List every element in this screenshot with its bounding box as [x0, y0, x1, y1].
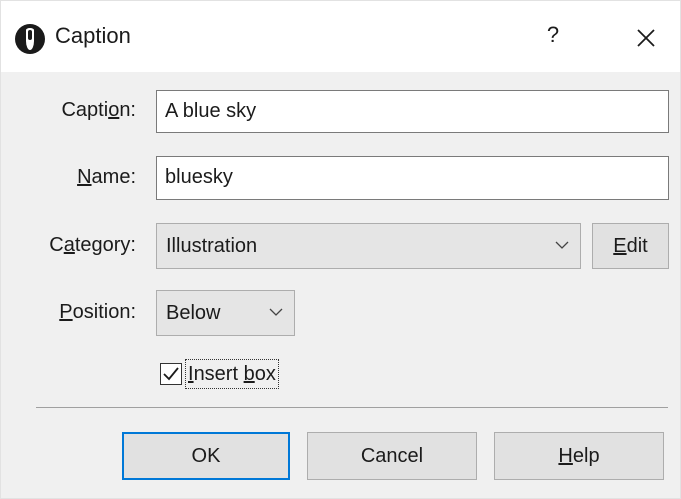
caption-dialog: Caption ? Caption: A blue sky Name: blue… — [0, 0, 681, 499]
position-select[interactable]: Below — [156, 290, 295, 336]
insert-box-label-text: nsert — [193, 363, 244, 385]
category-label-accesskey: a — [63, 234, 75, 256]
caption-label-text: Capti — [61, 99, 109, 121]
ok-button[interactable]: OK — [122, 432, 290, 480]
help-title-button[interactable]: ? — [541, 22, 565, 52]
edit-button-label: dit — [626, 235, 648, 257]
window-title: Caption — [55, 23, 131, 48]
name-label: Name: — [21, 166, 136, 189]
caption-label: Caption: — [21, 99, 136, 122]
name-input[interactable]: bluesky — [156, 156, 669, 200]
separator — [36, 407, 668, 408]
position-label-accesskey: P — [59, 301, 73, 323]
help-button[interactable]: Help — [494, 432, 664, 480]
caption-input[interactable]: A blue sky — [156, 90, 669, 133]
position-label: Position: — [21, 301, 136, 324]
title-bar: Caption ? — [1, 1, 680, 72]
position-label-suffix: osition: — [72, 301, 136, 323]
position-select-value: Below — [166, 302, 221, 324]
name-label-accesskey: N — [77, 166, 92, 188]
caption-label-suffix: n: — [119, 99, 136, 121]
chevron-down-icon — [555, 241, 569, 249]
insert-box-label[interactable]: Insert box — [185, 359, 279, 389]
cancel-button[interactable]: Cancel — [307, 432, 477, 480]
help-button-label: elp — [572, 445, 600, 467]
info-icon — [15, 24, 45, 54]
insert-box-checkbox[interactable] — [160, 363, 182, 385]
name-label-suffix: ame: — [91, 166, 136, 188]
edit-button-accesskey: E — [613, 235, 627, 257]
insert-box-accesskey-2: b — [243, 363, 255, 385]
insert-box-label-suffix: ox — [254, 363, 276, 385]
checkmark-icon — [163, 367, 179, 381]
close-icon — [637, 29, 655, 47]
category-label: Category: — [21, 234, 136, 257]
category-select[interactable]: Illustration — [156, 223, 581, 269]
chevron-down-icon — [269, 308, 283, 316]
help-button-accesskey: H — [558, 445, 573, 467]
caption-label-accesskey: o — [108, 99, 120, 121]
category-select-value: Illustration — [166, 235, 258, 257]
edit-category-button[interactable]: Edit — [592, 223, 669, 269]
category-label-suffix: tegory: — [74, 234, 136, 256]
category-label-text: C — [49, 234, 64, 256]
close-button[interactable] — [626, 21, 666, 55]
